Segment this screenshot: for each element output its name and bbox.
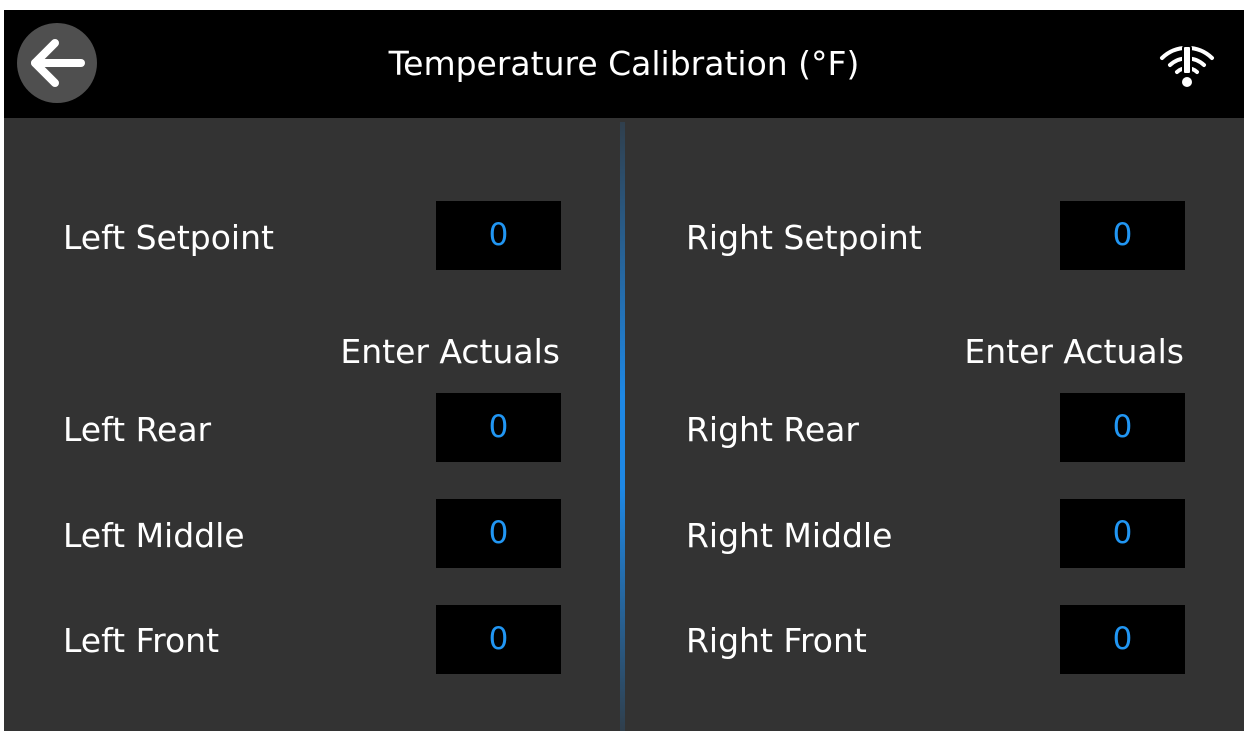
left-front-label: Left Front [63,621,220,660]
wifi-warning-icon[interactable] [1156,40,1218,90]
right-middle-field[interactable]: 0 [1060,499,1185,568]
column-divider [620,122,625,731]
right-enter-actuals-label: Enter Actuals [964,332,1184,371]
page-title: Temperature Calibration (°F) [388,44,860,83]
left-front-field[interactable]: 0 [436,605,561,674]
left-enter-actuals-label: Enter Actuals [340,332,560,371]
left-rear-label: Left Rear [63,410,212,449]
right-front-field[interactable]: 0 [1060,605,1185,674]
left-setpoint-label: Left Setpoint [63,218,274,257]
calibration-screen: Temperature Calibration (°F) Left Setpoi… [4,10,1244,731]
left-middle-field[interactable]: 0 [436,499,561,568]
right-rear-field[interactable]: 0 [1060,393,1185,462]
right-rear-label: Right Rear [686,410,859,449]
right-front-label: Right Front [686,621,867,660]
left-setpoint-field[interactable]: 0 [436,201,561,270]
left-rear-field[interactable]: 0 [436,393,561,462]
right-setpoint-label: Right Setpoint [686,218,922,257]
left-middle-label: Left Middle [63,516,245,555]
right-middle-label: Right Middle [686,516,893,555]
header-bar: Temperature Calibration (°F) [4,10,1244,118]
right-setpoint-field[interactable]: 0 [1060,201,1185,270]
